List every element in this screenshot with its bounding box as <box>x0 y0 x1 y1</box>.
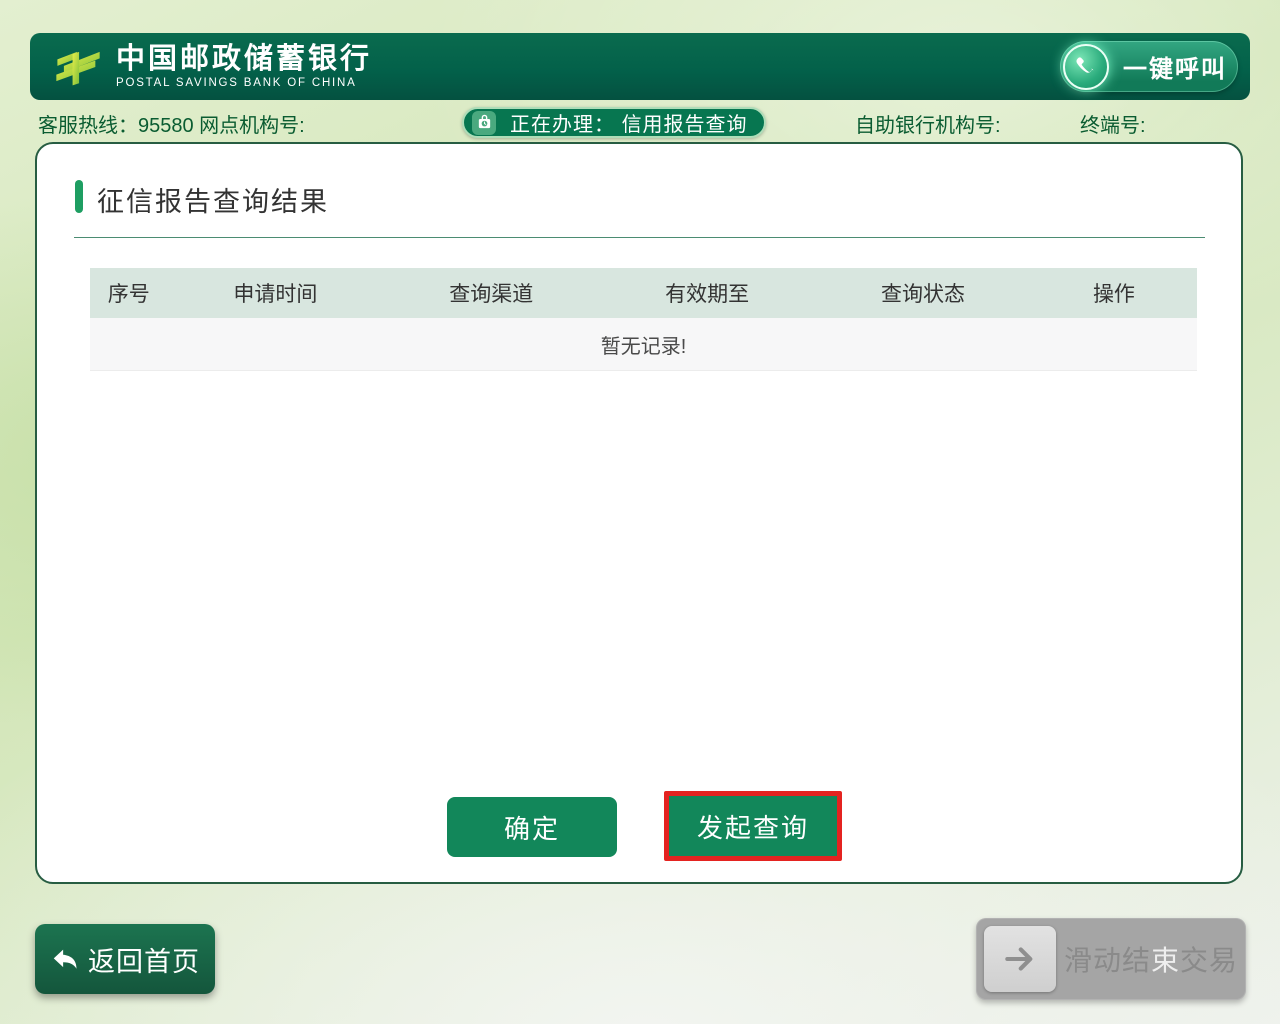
terminal-code-label: 终端号: <box>1080 109 1146 138</box>
col-header-apply-time: 申请时间 <box>167 278 383 308</box>
slider-handle[interactable] <box>984 926 1056 992</box>
bank-name-zh: 中国邮政储蓄银行 <box>116 44 372 76</box>
results-table: 序号 申请时间 查询渠道 有效期至 查询状态 操作 暂无记录! <box>90 268 1197 371</box>
table-empty-row: 暂无记录! <box>90 318 1197 371</box>
initiate-query-button[interactable]: 发起查询 <box>664 791 842 861</box>
table-header-row: 序号 申请时间 查询渠道 有效期至 查询状态 操作 <box>90 268 1197 318</box>
back-home-button[interactable]: 返回首页 <box>35 924 215 994</box>
back-home-label: 返回首页 <box>88 940 200 979</box>
header-bar: 中国邮政储蓄银行 POSTAL SAVINGS BANK OF CHINA 一键… <box>30 33 1250 100</box>
confirm-button[interactable]: 确定 <box>447 797 617 857</box>
bank-name-en: POSTAL SAVINGS BANK OF CHINA <box>116 77 372 89</box>
right-arrow-icon <box>1001 940 1039 978</box>
postal-emblem-icon <box>52 41 104 93</box>
one-key-call-button[interactable]: 一键呼叫 <box>1060 41 1238 92</box>
main-card: 征信报告查询结果 序号 申请时间 查询渠道 有效期至 查询状态 操作 暂无记录!… <box>35 142 1243 884</box>
col-header-seq: 序号 <box>90 278 167 308</box>
col-header-status: 查询状态 <box>815 278 1031 308</box>
end-transaction-slider[interactable]: 滑动结束交易 <box>976 918 1246 1000</box>
hotline-text: 客服热线：95580 网点机构号: <box>38 109 305 138</box>
slider-label: 滑动结束交易 <box>1056 939 1246 979</box>
back-arrow-icon <box>50 944 80 974</box>
title-accent-bar <box>75 180 83 213</box>
page-title: 征信报告查询结果 <box>97 180 329 219</box>
col-header-valid-until: 有效期至 <box>599 278 815 308</box>
processing-text: 正在办理： 信用报告查询 <box>510 108 748 137</box>
processing-icon <box>472 111 496 135</box>
title-divider <box>74 237 1205 238</box>
phone-icon <box>1063 44 1109 90</box>
empty-text: 暂无记录! <box>601 330 687 359</box>
call-button-label: 一键呼叫 <box>1123 49 1227 84</box>
info-bar: 客服热线：95580 网点机构号: 正在办理： 信用报告查询 自助银行机构号: … <box>30 104 1250 140</box>
processing-status-badge: 正在办理： 信用报告查询 <box>462 107 766 138</box>
self-bank-code-label: 自助银行机构号: <box>855 109 1001 138</box>
bank-logo: 中国邮政储蓄银行 POSTAL SAVINGS BANK OF CHINA <box>52 41 372 93</box>
col-header-channel: 查询渠道 <box>383 278 599 308</box>
col-header-operation: 操作 <box>1031 278 1197 308</box>
